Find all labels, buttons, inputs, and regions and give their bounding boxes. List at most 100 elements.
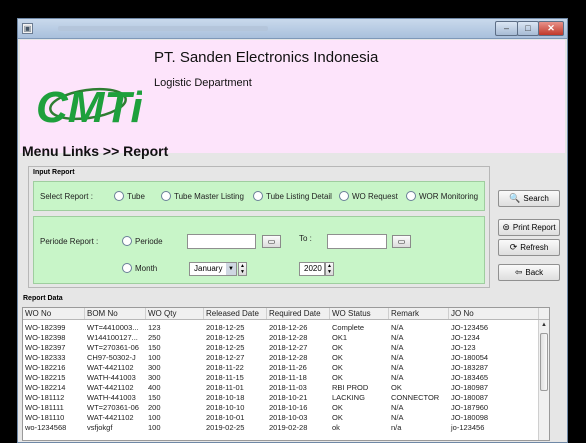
report-data-title: Report Data <box>23 295 63 302</box>
search-icon: 🔍 <box>509 193 521 203</box>
blurred-title <box>58 26 268 31</box>
table-cell: 123 <box>148 323 161 332</box>
table-cell: JO-180987 <box>451 383 489 392</box>
table-row[interactable]: WO-182216 WAT-4421102 300 2018-11-22 2018-11… <box>23 363 549 373</box>
close-button[interactable]: ✕ <box>538 21 564 36</box>
table-cell: WAT-4421102 <box>87 363 134 372</box>
table-row[interactable]: WO-181111 WT=270361-06 200 2018-10-10 2018-1… <box>23 403 549 413</box>
table-cell: 2018-10-21 <box>269 393 308 402</box>
calendar-icon[interactable]: ▭ <box>392 235 411 248</box>
table-cell: vsfjokgf <box>87 423 113 432</box>
table-cell: WATH-441003 <box>87 373 136 382</box>
table-cell: JO-180087 <box>451 393 489 402</box>
table-cell: JO-183465 <box>451 373 489 382</box>
table-scrollbar[interactable]: ▲ <box>538 320 549 440</box>
radio-periode[interactable]: Periode <box>122 236 163 246</box>
table-cell: jo-123456 <box>451 423 485 432</box>
column-header[interactable]: Released Date <box>204 308 267 319</box>
table-cell: WO-182216 <box>25 363 66 372</box>
radio-dot-icon <box>253 191 263 201</box>
periode-from-date-input[interactable] <box>187 234 256 249</box>
table-cell: 2018-11-01 <box>206 383 244 392</box>
table-cell: N/A <box>391 343 404 352</box>
table-cell: JO-183287 <box>451 363 489 372</box>
table-cell: JO-187960 <box>451 403 489 412</box>
table-cell: WATH-441003 <box>87 393 136 402</box>
table-cell: JO-180054 <box>451 353 489 362</box>
table-cell: 2019-02-25 <box>206 423 245 432</box>
month-stepper[interactable]: ▲ ▼ <box>238 262 247 276</box>
periode-report-label: Periode Report : <box>40 237 99 246</box>
table-row[interactable]: WO-182399 WT=4410003... 123 2018-12-25 2018-… <box>23 323 549 333</box>
maximize-button[interactable]: □ <box>517 21 539 36</box>
column-header[interactable]: WO Qty <box>146 308 204 319</box>
column-header[interactable]: BOM No <box>85 308 146 319</box>
table-cell: WO-181110 <box>25 413 65 422</box>
column-header[interactable]: Required Date <box>267 308 330 319</box>
table-cell: LACKING <box>332 393 365 402</box>
table-cell: JO-180098 <box>451 413 489 422</box>
table-row[interactable]: WO-182214 WAT-4421102 400 2018-11-01 2018-11… <box>23 383 549 393</box>
table-cell: W144100127... <box>87 333 138 342</box>
table-cell: 300 <box>148 373 161 382</box>
table-cell: WO-182398 <box>25 333 66 342</box>
radio-tube[interactable]: Tube <box>114 191 145 201</box>
radio-wor-monitoring[interactable]: WOR Monitoring <box>406 191 478 201</box>
select-report-label: Select Report : <box>40 192 93 201</box>
input-report-panel: Input Report Select Report : Tube Tube M… <box>28 166 490 288</box>
table-cell: 2018-11-22 <box>206 363 244 372</box>
table-cell: N/A <box>391 373 404 382</box>
column-header[interactable]: WO No <box>23 308 85 319</box>
scroll-up-icon[interactable]: ▲ <box>539 320 549 330</box>
table-cell: 100 <box>148 423 161 432</box>
print-report-button[interactable]: ⊜ Print Report <box>498 219 560 236</box>
radio-wo-request[interactable]: WO Request <box>339 191 398 201</box>
report-data-table[interactable]: WO No BOM No WO Qty Released Date Requir… <box>22 307 550 441</box>
table-row[interactable]: wo-1234568 vsfjokgf 100 2019-02-25 2019-02-2… <box>23 423 549 433</box>
table-cell: N/A <box>391 413 404 422</box>
table-row[interactable]: WO-182333 CH97-50302-J 100 2018-12-27 2018-1… <box>23 353 549 363</box>
table-body: WO-182399 WT=4410003... 123 2018-12-25 2018-… <box>23 323 549 433</box>
table-row[interactable]: WO-181112 WATH-441003 150 2018-10-18 2018-10… <box>23 393 549 403</box>
column-header[interactable]: Remark <box>389 308 449 319</box>
radio-tube-master-listing[interactable]: Tube Master Listing <box>161 191 244 201</box>
year-field[interactable]: 2020 <box>299 262 325 276</box>
periode-to-date-input[interactable] <box>327 234 387 249</box>
table-row[interactable]: WO-182215 WATH-441003 300 2018-11-15 2018-11… <box>23 373 549 383</box>
calendar-icon[interactable]: ▭ <box>262 235 281 248</box>
table-row[interactable]: WO-181110 WAT-4421102 100 2018-10-01 2018-10… <box>23 413 549 423</box>
back-button[interactable]: ⇦ Back <box>498 264 560 281</box>
radio-dot-icon <box>161 191 171 201</box>
year-stepper[interactable]: ▲ ▼ <box>325 262 334 276</box>
chevron-down-icon: ▼ <box>226 263 236 275</box>
scrolled-row-fragment <box>23 320 549 323</box>
table-cell: WO-182333 <box>25 353 66 362</box>
column-header[interactable]: JO No <box>449 308 539 319</box>
table-cell: WO-182215 <box>25 373 66 382</box>
table-cell: WAT-4421102 <box>87 383 134 392</box>
radio-month[interactable]: Month <box>122 263 157 273</box>
breadcrumb: Menu Links >> Report <box>22 143 169 159</box>
table-cell: 2018-12-28 <box>269 333 308 342</box>
column-header[interactable]: WO Status <box>330 308 389 319</box>
minimize-button[interactable]: ‒ <box>495 21 518 36</box>
cmti-logo: CMTi <box>36 83 142 132</box>
scroll-thumb[interactable] <box>540 333 548 391</box>
table-cell: ok <box>332 423 340 432</box>
table-cell: n/a <box>391 423 402 432</box>
search-button[interactable]: 🔍 Search <box>498 190 560 207</box>
table-cell: 2018-11-15 <box>206 373 244 382</box>
table-cell: 2018-11-03 <box>269 383 307 392</box>
table-row[interactable]: WO-182398 W144100127... 250 2018-12-25 2018-… <box>23 333 549 343</box>
table-row[interactable]: WO-182397 WT=270361-06 150 2018-12-25 2018-1… <box>23 343 549 353</box>
table-cell: N/A <box>391 363 404 372</box>
table-cell: wo-1234568 <box>25 423 67 432</box>
table-cell: OK <box>332 343 343 352</box>
refresh-button[interactable]: ⟳ Refresh <box>498 239 560 256</box>
table-cell: N/A <box>391 403 404 412</box>
radio-tube-listing-detail[interactable]: Tube Listing Detail <box>253 191 332 201</box>
title-bar[interactable]: ▣ ‒ □ ✕ <box>18 19 567 39</box>
table-cell: 2018-12-25 <box>206 343 245 352</box>
month-select[interactable]: January ▼ <box>189 262 237 276</box>
table-cell: WO-181112 <box>25 393 65 402</box>
